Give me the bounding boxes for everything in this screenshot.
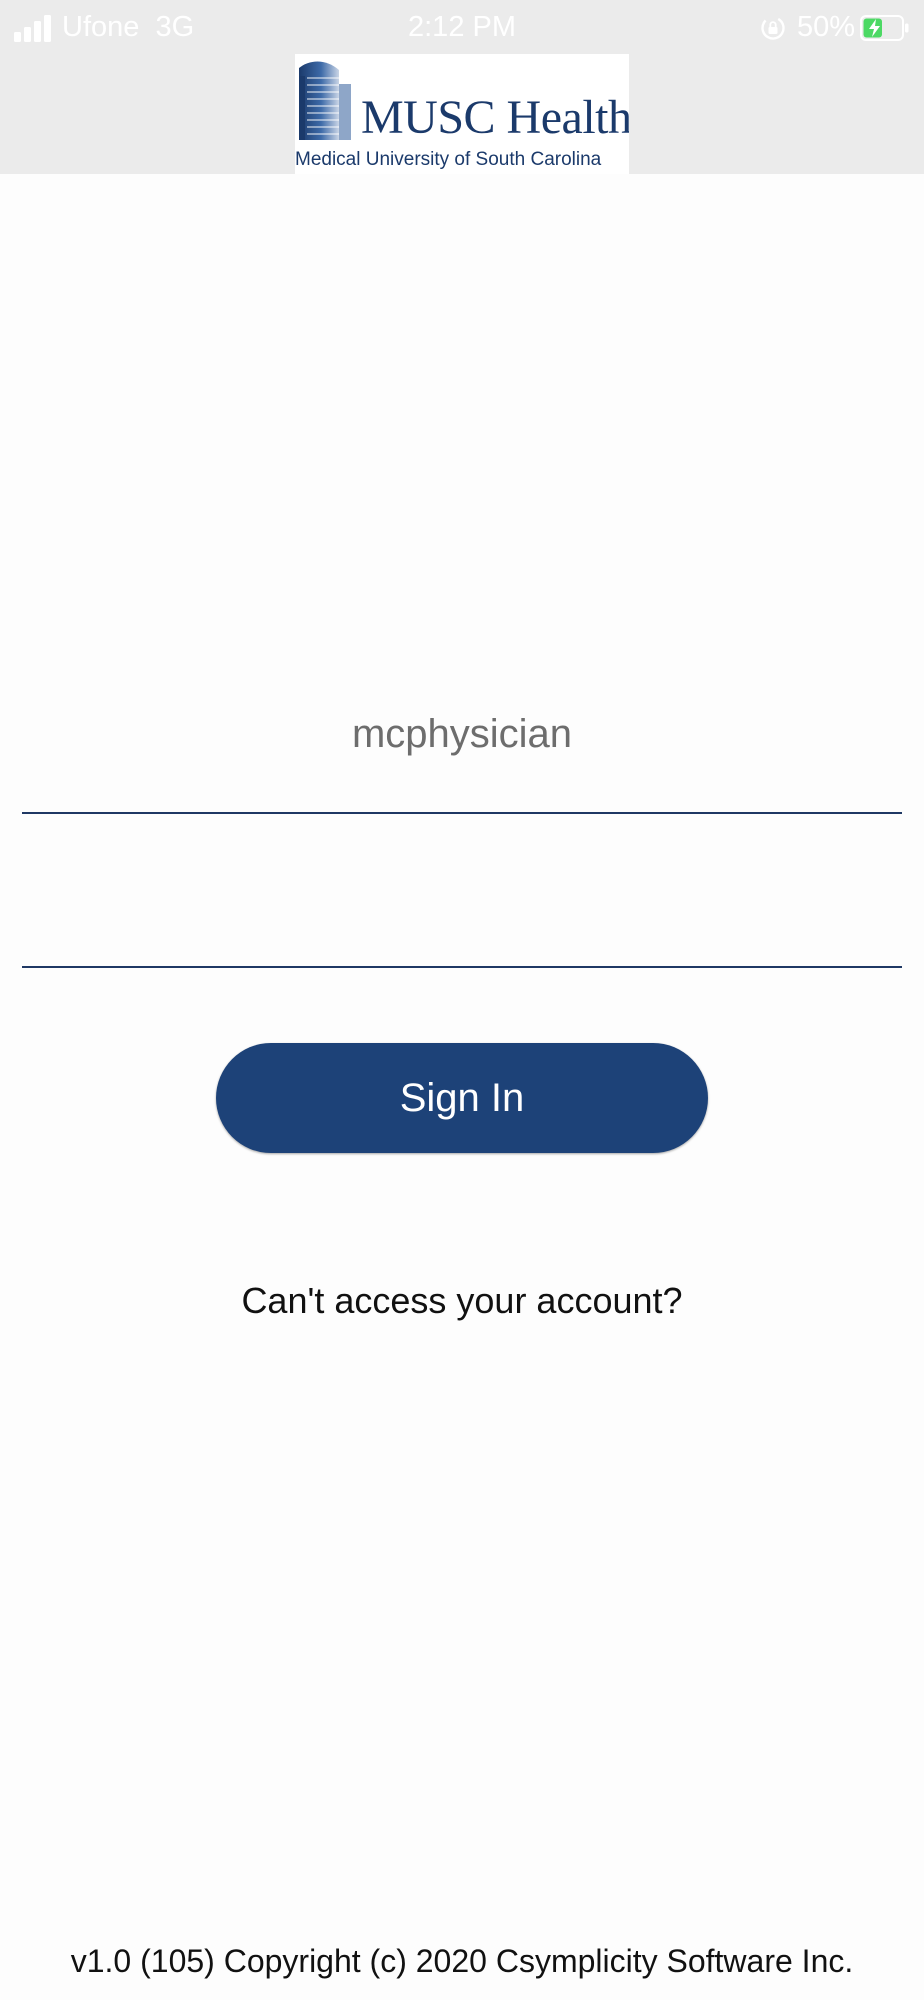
login-screen: Ufone 3G 2:12 PM 50% MUSC Health Medical…: [0, 0, 924, 2000]
username-field[interactable]: mcphysician: [22, 690, 902, 814]
header: Ufone 3G 2:12 PM 50% MUSC Health Medical…: [0, 0, 924, 174]
username-value: mcphysician: [351, 712, 573, 756]
musc-health-logo: MUSC Health Medical University of South …: [295, 54, 629, 174]
logo-name: MUSC Health: [361, 91, 629, 144]
building-logo-icon: [299, 61, 351, 140]
copyright-text: v1.0 (105) Copyright (c) 2020 Csymplicit…: [70, 1943, 854, 1979]
battery-charging-icon: [860, 15, 909, 41]
sign-in-button[interactable]: Sign In: [216, 1043, 708, 1153]
logo-subtitle: Medical University of South Carolina: [295, 149, 602, 170]
password-field[interactable]: [22, 844, 902, 968]
status-bar: Ufone 3G 2:12 PM 50%: [0, 0, 924, 56]
battery-percent: 50%: [797, 11, 856, 43]
cant-access-account-link[interactable]: Can't access your account?: [0, 1280, 924, 1322]
rotation-lock-icon: [761, 16, 785, 40]
